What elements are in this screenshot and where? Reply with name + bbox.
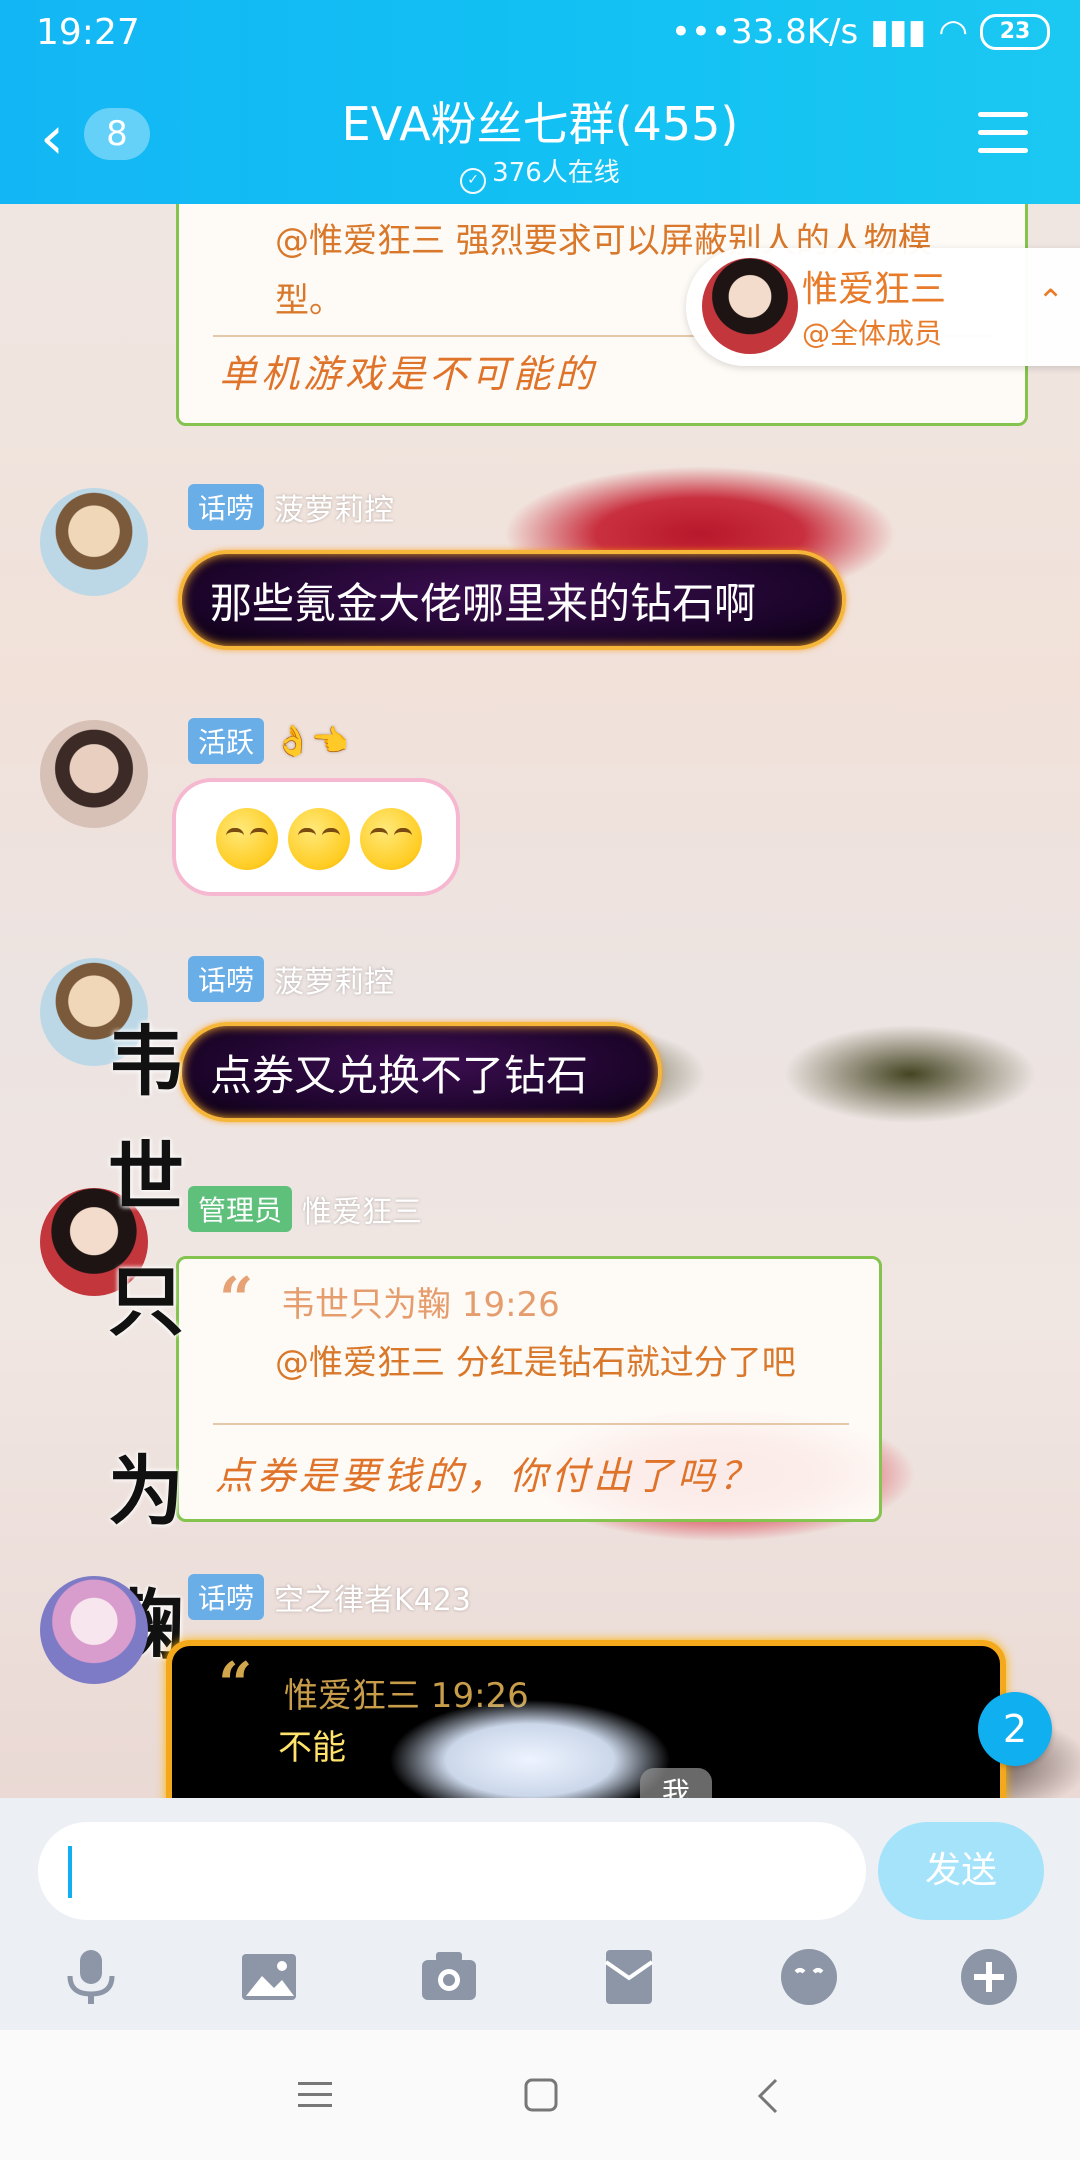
sender-name[interactable]: 空之律者K423 [274, 1575, 471, 1619]
quote-mark-icon: “ [219, 1265, 254, 1335]
reply-text: 单机游戏是不可能的 [219, 352, 598, 396]
sender-name[interactable]: 菠萝莉控 [274, 485, 394, 529]
send-button[interactable]: 发送 [878, 1822, 1044, 1920]
microphone-icon[interactable] [60, 1946, 122, 2008]
status-icons: •••33.8K/s ▮▮▮ ◠ 23 [671, 12, 1050, 52]
mention-sender: 惟爱狂三 [802, 269, 947, 310]
decor-char: 为 [108, 1447, 184, 1536]
sender-line: 活跃 👌👈 [188, 718, 349, 764]
smirk-emoji-icon [360, 808, 422, 870]
red-packet-icon[interactable] [598, 1946, 660, 2008]
emoji-icon[interactable] [778, 1946, 840, 2008]
message-bubble[interactable] [172, 778, 460, 896]
home-icon[interactable] [524, 2078, 558, 2112]
message-bubble[interactable]: 那些氪金大佬哪里来的钻石啊 [178, 550, 846, 650]
rank-badge: 话唠 [188, 956, 265, 1002]
sender-name[interactable]: 👌👈 [274, 724, 349, 759]
rank-badge: 话唠 [188, 484, 265, 530]
sender-line: 话唠 空之律者K423 [188, 1574, 471, 1620]
sender-name[interactable]: 惟爱狂三 [302, 1187, 422, 1231]
new-message-count[interactable]: 2 [978, 1692, 1052, 1766]
online-text: 376人在线 [492, 158, 620, 188]
toolbar [0, 1946, 1080, 2016]
admin-badge: 管理员 [188, 1186, 293, 1232]
reply-text: 点券是要钱的，你付出了吗？ [215, 1454, 762, 1498]
top-bar: 19:27 •••33.8K/s ▮▮▮ ◠ 23 ‹ 8 EVA粉丝七群(45… [0, 0, 1080, 204]
mention-target: @全体成员 [802, 317, 943, 350]
avatar[interactable] [40, 720, 148, 828]
message-bubble[interactable]: 点券又兑换不了钻石 [178, 1022, 662, 1122]
chat-title[interactable]: EVA粉丝七群(455) [0, 88, 1080, 154]
status-time: 19:27 [36, 12, 140, 53]
wifi-icon: ◠ [938, 12, 968, 52]
online-check-icon: ✓ [460, 168, 487, 194]
text-caret [68, 1846, 72, 1898]
online-count: ✓ 376人在线 [0, 152, 1080, 194]
menu-icon[interactable] [978, 112, 1028, 166]
quote-body: 不能 [278, 1728, 346, 1768]
sender-line: 话唠 菠萝莉控 [188, 956, 394, 1002]
battery-icon: 23 [980, 14, 1050, 50]
camera-icon[interactable] [418, 1946, 480, 2008]
quote-mark-icon: “ [218, 1650, 253, 1720]
wing-sticker [380, 1694, 680, 1798]
rank-badge: 话唠 [188, 1574, 265, 1620]
decor-char: 只 [108, 1257, 184, 1346]
recent-apps-icon[interactable] [298, 2080, 332, 2110]
system-nav-bar [0, 2030, 1080, 2160]
signal-icon: ▮▮▮ [870, 12, 927, 52]
sender-line: 管理员 惟爱狂三 [188, 1186, 422, 1232]
chevron-up-icon[interactable]: ⌃ [1037, 282, 1064, 320]
plus-icon[interactable] [958, 1946, 1020, 2008]
quote-author: 韦世只为鞠 19:26 [281, 1285, 560, 1325]
avatar [702, 258, 798, 354]
sender-line: 话唠 菠萝莉控 [188, 484, 394, 530]
back-nav-icon[interactable] [756, 2078, 780, 2114]
network-speed: •••33.8K/s [670, 12, 859, 52]
message-bubble[interactable]: “ 韦世只为鞠 19:26 @惟爱狂三 分红是钻石就过分了吧 点券是要钱的，你付… [176, 1256, 882, 1522]
decor-char: 韦 [108, 1017, 184, 1106]
smirk-emoji-icon [216, 808, 278, 870]
mention-notice[interactable]: 惟爱狂三 @全体成员 ⌃ [686, 248, 1080, 366]
sender-name[interactable]: 菠萝莉控 [274, 957, 394, 1001]
rank-badge: 活跃 [188, 718, 265, 764]
avatar[interactable] [40, 1576, 148, 1684]
smirk-emoji-icon [288, 808, 350, 870]
message-input[interactable] [38, 1822, 866, 1920]
quote-body: @惟爱狂三 分红是钻石就过分了吧 [275, 1343, 796, 1383]
chat-area[interactable]: @惟爱狂三 强烈要求可以屏蔽别人的人物模型。 单机游戏是不可能的 话唠 菠萝莉控… [0, 204, 1080, 1798]
avatar[interactable] [40, 488, 148, 596]
decor-char: 世 [108, 1133, 184, 1222]
input-area: 发送 [0, 1798, 1080, 2030]
divider [213, 1423, 849, 1425]
image-icon[interactable] [238, 1946, 300, 2008]
